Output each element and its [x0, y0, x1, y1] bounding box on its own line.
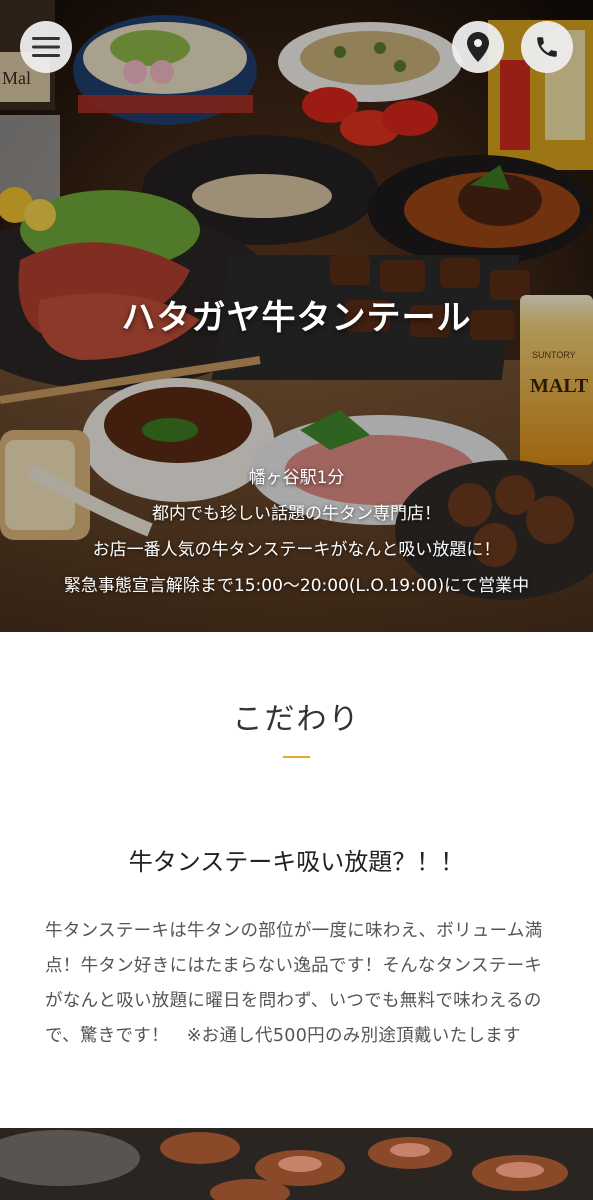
grilled-meat-photo — [0, 1128, 593, 1200]
feature-heading: 牛タンステーキ吸い放題？！！ — [128, 848, 465, 876]
feature-description: 牛タンステーキは牛タンの部位が一度に味わえ、ボリューム満点！牛タン好きにはたまら… — [45, 921, 543, 1046]
section-title-underline — [283, 756, 310, 758]
phone-button[interactable] — [521, 21, 573, 73]
grilled-meat-image — [0, 1128, 593, 1200]
menu-button[interactable] — [20, 21, 72, 73]
hero-line-access: 幡ヶ谷駅1分 — [248, 468, 345, 488]
phone-icon — [537, 37, 557, 57]
hero-title: ハタガヤ牛タンテール — [121, 298, 472, 338]
hero-description: 幡ヶ谷駅1分 都内でも珍しい話題の牛タン専門店！ お店一番人気の牛タンステーキが… — [0, 460, 593, 604]
hero-line-specialty: 都内でも珍しい話題の牛タン専門店！ — [152, 504, 441, 524]
hero-line-promotion: お店一番人気の牛タンステーキがなんと吸い放題に！ — [92, 540, 501, 560]
map-button[interactable] — [452, 21, 504, 73]
hero-line-hours: 緊急事態宣言解除まで15:00～20:00(L.O.19:00)にて営業中 — [63, 576, 530, 596]
section-title: こだわり — [232, 702, 361, 737]
hamburger-menu-icon — [32, 37, 60, 57]
map-pin-icon — [467, 32, 489, 62]
hero-section: Mal SUNTORY MALT ハタガヤ牛タンテール 幡ヶ谷駅1分 都内でも珍… — [0, 0, 593, 632]
